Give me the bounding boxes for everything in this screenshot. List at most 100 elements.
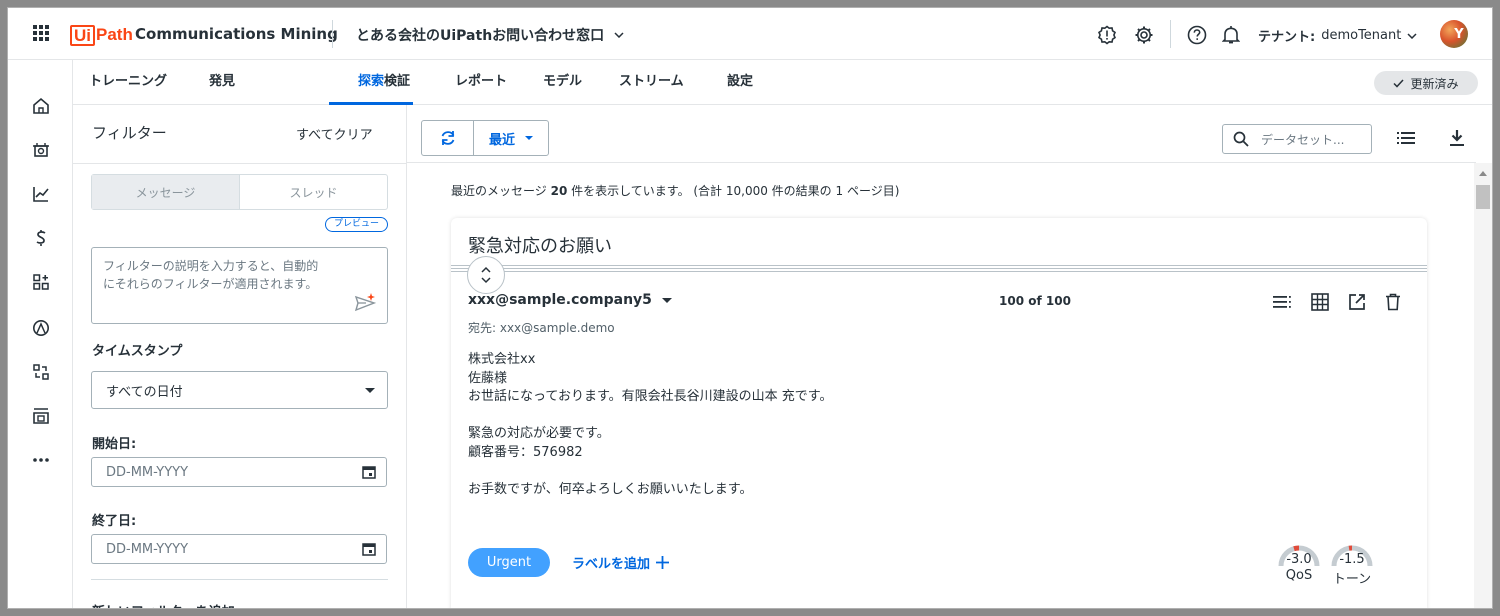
- sender-address: xxx@sample.company5: [468, 292, 652, 308]
- open-external-icon[interactable]: [1345, 290, 1369, 314]
- home-icon[interactable]: [29, 94, 53, 118]
- avatar[interactable]: Y: [1440, 20, 1468, 48]
- sort-dropdown[interactable]: 最近: [474, 121, 548, 155]
- store-icon[interactable]: [29, 404, 53, 428]
- gear-icon[interactable]: [1133, 24, 1155, 46]
- chart-icon[interactable]: [29, 182, 53, 206]
- tab-models[interactable]: モデル: [543, 60, 582, 105]
- expand-thread-button[interactable]: [467, 256, 505, 294]
- body-line: 緊急の対応が必要です。: [468, 426, 610, 441]
- calendar-icon[interactable]: [362, 465, 376, 479]
- logo-path: Path: [96, 25, 133, 44]
- uipath-logo[interactable]: Ui Path: [70, 24, 133, 46]
- scrollbar[interactable]: [1474, 163, 1492, 608]
- scroll-thumb[interactable]: [1476, 185, 1490, 209]
- tab-validate[interactable]: 検証: [384, 60, 410, 105]
- add-filter-button[interactable]: 新しいフィルターを追加: [92, 601, 235, 608]
- start-date-placeholder: DD-MM-YYYY: [106, 464, 189, 480]
- sort-control: 最近: [421, 120, 549, 156]
- thread-subject: 緊急対応のお願い: [468, 236, 612, 257]
- divider: [91, 579, 388, 580]
- tone-label: トーン: [1332, 572, 1372, 587]
- start-date-label: 開始日:: [92, 437, 137, 452]
- tab-streams[interactable]: ストリーム: [619, 60, 684, 105]
- calendar-icon[interactable]: [362, 542, 376, 556]
- chevron-down-icon: [614, 32, 624, 38]
- trash-icon[interactable]: [1381, 290, 1405, 314]
- status-badge: 更新済み: [1374, 71, 1478, 95]
- toggle-threads[interactable]: スレッド: [240, 175, 387, 209]
- tab-reports[interactable]: レポート: [455, 60, 507, 105]
- tab-discover[interactable]: 発見: [209, 60, 235, 105]
- qos-value: -3.0: [1286, 552, 1312, 567]
- dataset-selector[interactable]: とある会社のUiPathお問い合わせ窓口: [356, 25, 624, 45]
- filter-description-box[interactable]: フィルターの説明を入力すると、自動的 にそれらのフィルターが適用されます。: [91, 247, 388, 324]
- status-text: 更新済み: [1410, 76, 1459, 91]
- filter-title: フィルター: [92, 124, 167, 142]
- recipient: 宛先: xxx@sample.demo: [468, 321, 615, 335]
- results-summary: 最近のメッセージ 20 件を表示しています。 (合計 10,000 件の結果の …: [451, 182, 899, 199]
- message-body: 株式会社xx 佐藤様 お世話になっております。有限会社長谷川建設の山本 充です。…: [468, 351, 833, 499]
- divider: [73, 163, 406, 164]
- tab-settings[interactable]: 設定: [727, 60, 753, 105]
- table-icon[interactable]: [1308, 290, 1332, 314]
- tab-training[interactable]: トレーニング: [89, 60, 167, 105]
- caret-down-icon: [525, 136, 533, 140]
- timestamp-label: タイムスタンプ: [92, 344, 183, 359]
- scroll-up-icon[interactable]: [1479, 171, 1487, 176]
- download-icon[interactable]: [1446, 127, 1468, 149]
- results-prefix: 最近のメッセージ: [451, 184, 547, 198]
- expand-icon: [481, 266, 491, 284]
- tenant-selector[interactable]: テナント: demoTenant: [1258, 26, 1417, 45]
- body-line: [468, 462, 833, 481]
- dataset-name: とある会社のUiPathお問い合わせ窓口: [356, 28, 605, 44]
- clear-all-button[interactable]: すべてクリア: [296, 124, 373, 143]
- refresh-button[interactable]: [422, 121, 474, 155]
- tenant-label: テナント:: [1258, 30, 1316, 45]
- date-select[interactable]: すべての日付: [91, 371, 388, 409]
- lines-icon[interactable]: [1270, 290, 1294, 314]
- app-grid-icon[interactable]: [30, 22, 52, 44]
- message-position: 100 of 100: [999, 294, 1071, 308]
- main-tabs: トレーニング 発見 探索 検証 レポート モデル ストリーム 設定 更新済み: [73, 60, 1492, 105]
- end-date-field[interactable]: DD-MM-YYYY: [91, 534, 387, 564]
- results-count: 20: [550, 184, 568, 198]
- start-date-field[interactable]: DD-MM-YYYY: [91, 457, 387, 487]
- bell-icon[interactable]: [1220, 24, 1242, 46]
- body-line: 顧客番号：576982: [468, 444, 583, 460]
- body-line: [468, 407, 833, 426]
- body-line: 株式会社xx: [468, 352, 536, 367]
- list-view-icon[interactable]: [1395, 127, 1417, 149]
- help-icon[interactable]: [1186, 24, 1208, 46]
- logo-ui: Ui: [70, 24, 95, 46]
- add-label-button[interactable]: ラベルを追加: [572, 553, 670, 572]
- end-date-label: 終了日:: [92, 514, 137, 529]
- more-icon[interactable]: [29, 448, 53, 472]
- toggle-messages[interactable]: メッセージ: [92, 175, 240, 209]
- send-sparkle-icon[interactable]: [354, 292, 376, 312]
- robot-icon[interactable]: [29, 138, 53, 162]
- filter-description-placeholder: フィルターの説明を入力すると、自動的 にそれらのフィルターが適用されます。: [103, 259, 319, 291]
- search-field[interactable]: データセット...: [1222, 124, 1372, 154]
- top-bar: Ui Path Communications Mining とある会社のUiPat…: [8, 8, 1492, 60]
- check-icon: [1393, 78, 1405, 88]
- alert-icon[interactable]: [1096, 24, 1118, 46]
- qos-gauge: -3.0 QoS: [1275, 538, 1323, 583]
- deploy-icon[interactable]: [29, 316, 53, 340]
- body-line: 佐藤様: [468, 370, 508, 386]
- results-suffix: 件を表示しています。 (合計 10,000 件の結果の 1 ページ目): [571, 184, 900, 198]
- refresh-icon: [441, 131, 454, 145]
- plus-icon: [656, 556, 670, 569]
- search-icon: [1233, 131, 1249, 147]
- date-select-value: すべての日付: [106, 384, 183, 400]
- preview-badge: プレビュー: [325, 217, 388, 232]
- thread-separator-inner: [451, 268, 1427, 269]
- label-chip[interactable]: Urgent: [468, 548, 550, 577]
- widgets-icon[interactable]: [29, 270, 53, 294]
- tone-gauge: -1.5 トーン: [1328, 538, 1376, 587]
- divider: [332, 20, 333, 48]
- dollar-icon[interactable]: [29, 226, 53, 250]
- integration-icon[interactable]: [29, 360, 53, 384]
- sender-selector[interactable]: xxx@sample.company5: [468, 292, 672, 308]
- left-sidebar: [8, 60, 73, 608]
